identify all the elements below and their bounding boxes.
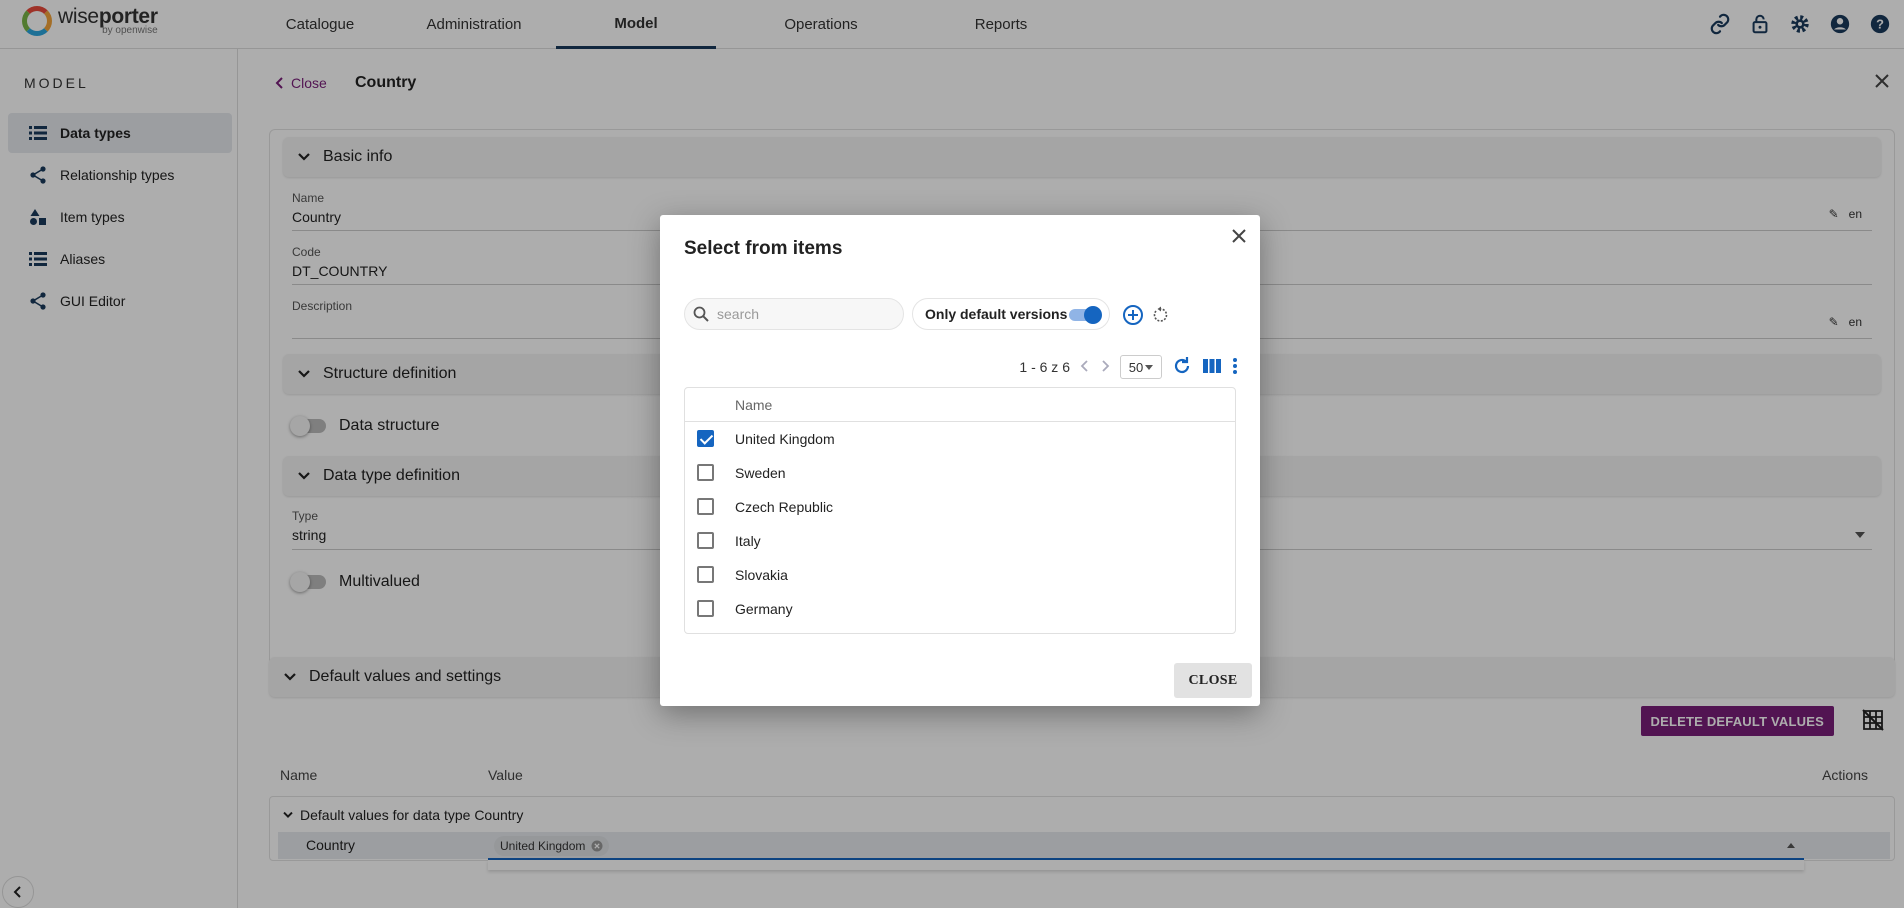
- table-row[interactable]: United Kingdom: [685, 422, 1235, 456]
- row-checkbox[interactable]: [697, 430, 714, 447]
- columns-icon[interactable]: [1202, 357, 1222, 378]
- caret-down-icon: [1145, 364, 1154, 370]
- dialog-title: Select from items: [684, 238, 843, 259]
- table-header: Name: [685, 388, 1235, 422]
- add-circle-icon[interactable]: [1122, 304, 1144, 326]
- search-box: [684, 298, 904, 330]
- column-header-name: Name: [735, 397, 773, 413]
- row-checkbox[interactable]: [697, 600, 714, 617]
- table-row[interactable]: Italy: [685, 524, 1235, 558]
- search-icon: [693, 306, 709, 322]
- row-checkbox[interactable]: [697, 498, 714, 515]
- pagination-text: 1 - 6 z 6: [1019, 359, 1070, 375]
- select-items-dialog: Select from items Only default versions …: [660, 215, 1260, 706]
- items-table: Name United Kingdom Sweden Czech Republi…: [684, 387, 1236, 634]
- row-checkbox[interactable]: [697, 532, 714, 549]
- per-page-select[interactable]: 50: [1120, 355, 1162, 379]
- close-button[interactable]: CLOSE: [1174, 663, 1252, 698]
- refresh-icon[interactable]: [1172, 356, 1192, 379]
- row-checkbox[interactable]: [697, 566, 714, 583]
- table-row[interactable]: Slovakia: [685, 558, 1235, 592]
- table-row[interactable]: Czech Republic: [685, 490, 1235, 524]
- only-default-versions-filter[interactable]: Only default versions: [912, 298, 1110, 330]
- close-icon[interactable]: [1230, 227, 1248, 248]
- only-default-versions-toggle[interactable]: [1069, 306, 1102, 324]
- reset-icon[interactable]: [1150, 304, 1172, 326]
- search-input[interactable]: [717, 306, 887, 322]
- more-vert-icon[interactable]: [1232, 357, 1238, 378]
- pagination: 1 - 6 z 6 50: [1019, 355, 1238, 379]
- table-row[interactable]: Sweden: [685, 456, 1235, 490]
- row-checkbox[interactable]: [697, 464, 714, 481]
- next-page-icon[interactable]: [1100, 359, 1110, 375]
- previous-page-icon[interactable]: [1080, 359, 1090, 375]
- table-row[interactable]: Germany: [685, 592, 1235, 626]
